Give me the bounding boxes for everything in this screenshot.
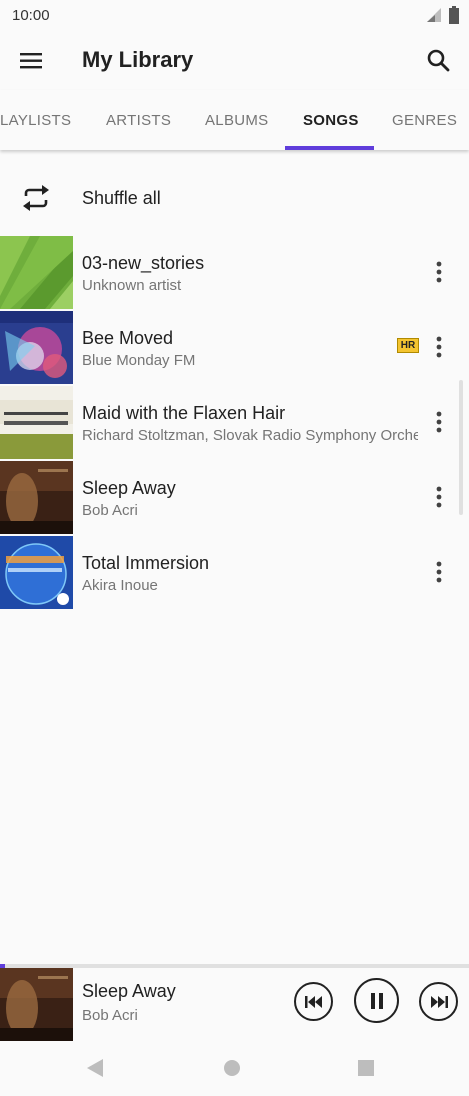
skip-previous-icon (304, 995, 322, 1008)
back-icon[interactable] (86, 1058, 104, 1078)
song-row[interactable]: Maid with the Flaxen Hair Richard Stoltz… (0, 385, 469, 460)
pause-button[interactable] (354, 978, 399, 1023)
song-row[interactable]: Sleep Away Bob Acri (0, 460, 469, 535)
tab-artists[interactable]: ARTISTS (106, 112, 171, 129)
signal-icon (427, 8, 441, 22)
shuffle-icon (23, 185, 49, 211)
album-art (0, 236, 73, 309)
status-bar: 10:00 (0, 0, 469, 32)
now-playing-art (0, 968, 73, 1041)
tab-bar: LAYLISTS ARTISTS ALBUMS SONGS GENRES (0, 90, 469, 150)
album-art (0, 386, 73, 459)
more-options-icon[interactable] (428, 260, 450, 284)
status-time: 10:00 (12, 7, 50, 24)
more-options-icon[interactable] (428, 560, 450, 584)
song-row[interactable]: Total Immersion Akira Inoue (0, 535, 469, 610)
tab-albums[interactable]: ALBUMS (205, 112, 269, 129)
album-art (0, 311, 73, 384)
app-bar: My Library (0, 32, 469, 90)
song-title: 03-new_stories (82, 253, 205, 273)
previous-button[interactable] (294, 982, 333, 1021)
menu-icon[interactable] (16, 46, 48, 76)
album-art (0, 536, 73, 609)
song-artist: Akira Inoue (82, 577, 158, 594)
album-art (0, 461, 73, 534)
skip-next-icon (430, 995, 448, 1008)
list-scrollbar[interactable] (459, 380, 463, 515)
song-list: 03-new_stories Unknown artist Bee Moved … (0, 235, 469, 610)
tab-genres[interactable]: GENRES (392, 112, 457, 129)
now-playing-artist: Bob Acri (82, 1007, 138, 1024)
battery-icon (449, 6, 459, 24)
more-options-icon[interactable] (428, 335, 450, 359)
home-icon[interactable] (223, 1059, 241, 1077)
search-icon[interactable] (423, 45, 455, 77)
system-nav-bar (0, 1042, 469, 1096)
song-row[interactable]: Bee Moved Blue Monday FM HR (0, 310, 469, 385)
pause-icon (370, 992, 383, 1009)
song-artist: Richard Stoltzman, Slovak Radio Symphony… (82, 427, 418, 444)
more-options-icon[interactable] (428, 485, 450, 509)
tab-songs[interactable]: SONGS (303, 112, 359, 129)
song-title: Bee Moved (82, 328, 174, 348)
tab-indicator (285, 146, 374, 150)
song-title: Maid with the Flaxen Hair (82, 403, 286, 423)
shuffle-all-label: Shuffle all (82, 188, 161, 208)
next-button[interactable] (419, 982, 458, 1021)
status-icons (425, 6, 459, 24)
song-artist: Unknown artist (82, 277, 182, 294)
song-title: Sleep Away (82, 478, 176, 498)
song-artist: Blue Monday FM (82, 352, 196, 369)
shuffle-all-button[interactable]: Shuffle all (0, 160, 469, 234)
more-options-icon[interactable] (428, 410, 450, 434)
recents-icon[interactable] (357, 1059, 375, 1077)
page-title: My Library (82, 47, 194, 72)
now-playing-title: Sleep Away (82, 981, 176, 1001)
song-artist: Bob Acri (82, 502, 138, 519)
mini-player[interactable]: Sleep Away Bob Acri (0, 968, 469, 1042)
hi-res-badge: HR (397, 338, 419, 353)
song-title: Total Immersion (82, 553, 210, 573)
song-row[interactable]: 03-new_stories Unknown artist (0, 235, 469, 310)
tab-playlists[interactable]: LAYLISTS (0, 112, 71, 129)
